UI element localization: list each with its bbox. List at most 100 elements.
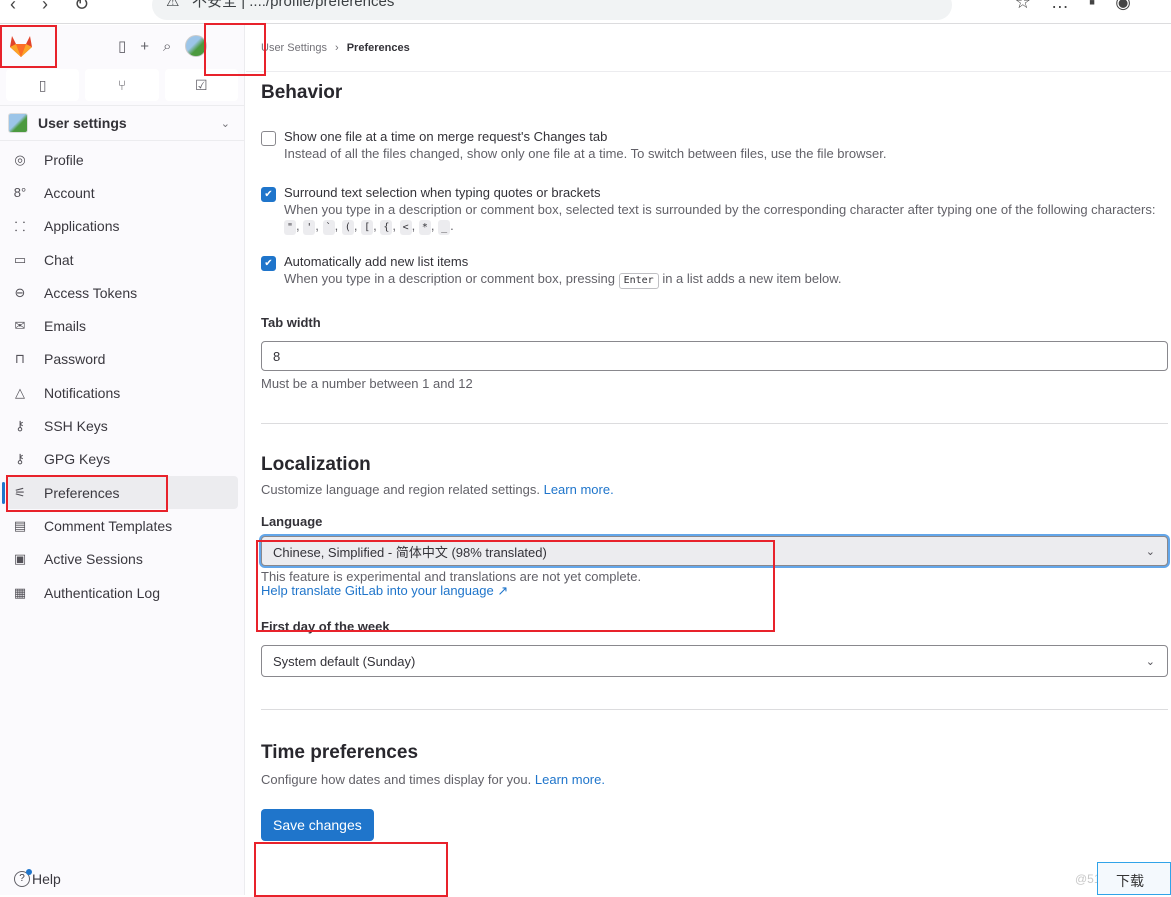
auto-list-label[interactable]: Automatically add new list items: [284, 253, 842, 271]
sidebar-header: ▯ + ⌕: [0, 25, 244, 69]
security-label: 不安全: [192, 0, 238, 10]
sidebar-item-profile[interactable]: ◎ Profile: [6, 143, 238, 176]
localization-heading: Localization: [261, 454, 371, 475]
char-code: `: [322, 220, 335, 235]
issues-icon: ▯: [38, 76, 47, 93]
mail-icon: ✉: [14, 318, 26, 334]
account-icon: 8°: [13, 185, 27, 201]
help-button[interactable]: ? Help: [14, 869, 61, 887]
auto-list-help: When you type in a description or commen…: [284, 271, 842, 289]
sidebar-item-emails[interactable]: ✉ Emails: [6, 309, 238, 342]
one-file-checkbox[interactable]: [261, 131, 276, 146]
first-day-select[interactable]: System default (Sunday) ⌄: [261, 645, 1168, 677]
sidebar-item-preferences[interactable]: ⚟ Preferences: [2, 475, 238, 510]
tab-width-input[interactable]: 8: [261, 341, 1168, 371]
key-icon: ⚷: [15, 418, 25, 434]
char-code: <: [399, 220, 412, 235]
chevron-down-icon: ⌄: [1145, 545, 1155, 558]
sidebar-item-comment-templates[interactable]: ▤ Comment Templates: [6, 509, 238, 542]
sidebar-item-applications[interactable]: ⸬ Applications: [6, 210, 238, 243]
breadcrumb-separator: ›: [335, 42, 339, 54]
sidebar-counters: ▯ ⑂ ☑: [0, 69, 244, 101]
main-content: User Settings › Preferences Behavior Sho…: [246, 25, 1171, 895]
save-changes-button[interactable]: Save changes: [261, 809, 374, 841]
sidebar-item-label: SSH Keys: [44, 418, 108, 435]
breadcrumb-current[interactable]: Preferences: [347, 42, 410, 54]
sidebar-item-ssh-keys[interactable]: ⚷ SSH Keys: [6, 409, 238, 442]
sidebar-item-label: Applications: [44, 218, 120, 235]
surround-label[interactable]: Surround text selection when typing quot…: [284, 184, 1168, 202]
user-avatar[interactable]: [185, 35, 208, 57]
surround-checkbox[interactable]: ✔: [261, 187, 276, 202]
time-preferences-description-text: Configure how dates and times display fo…: [261, 772, 532, 787]
url-text: ...:/profile/preferences: [249, 0, 395, 10]
language-selected-value: Chinese, Simplified - 简体中文 (98% translat…: [273, 544, 547, 560]
gitlab-logo-icon[interactable]: [8, 33, 34, 59]
todos-counter[interactable]: ☑: [164, 69, 238, 101]
sidebar-item-account[interactable]: 8° Account: [6, 176, 238, 209]
localization-description: Customize language and region related se…: [261, 482, 1168, 497]
char-code: ': [303, 220, 316, 235]
one-file-help: Instead of all the files changed, show o…: [284, 146, 887, 161]
bell-icon: △: [15, 384, 25, 400]
section-divider: [261, 709, 1168, 710]
sidebar: ▯ + ⌕ ▯ ⑂ ☑ User settings ⌄ ◎ Profile 8° A…: [0, 25, 245, 895]
address-bar[interactable]: ⚠ 不安全 | ...:/profile/preferences: [152, 0, 952, 20]
first-day-selected-value: System default (Sunday): [273, 653, 416, 669]
sidebar-item-password[interactable]: ⊓ Password: [6, 343, 238, 376]
enter-key: Enter: [618, 273, 659, 289]
auto-list-checkbox[interactable]: ✔: [261, 256, 276, 271]
search-icon[interactable]: ⌕: [163, 38, 171, 55]
one-file-label[interactable]: Show one file at a time on merge request…: [284, 128, 886, 146]
issues-counter[interactable]: ▯: [6, 69, 80, 101]
sidebar-item-label: Access Tokens: [44, 284, 138, 301]
context-title: User settings: [38, 115, 127, 131]
sidebar-item-notifications[interactable]: △ Notifications: [6, 376, 238, 409]
monitor-icon: ▣: [13, 551, 27, 567]
merge-requests-counter[interactable]: ⑂: [85, 69, 159, 101]
char-code: ": [284, 220, 297, 235]
sidebar-item-chat[interactable]: ▭ Chat: [6, 243, 238, 276]
option-one-file: Show one file at a time on merge request…: [261, 128, 1168, 162]
time-preferences-description: Configure how dates and times display fo…: [261, 772, 1168, 787]
sidebar-item-label: Profile: [44, 151, 84, 168]
comment-icon: ▤: [13, 517, 27, 533]
breadcrumb: User Settings › Preferences: [246, 25, 1171, 72]
char-code: {: [380, 220, 393, 235]
translate-link[interactable]: Help translate GitLab into your language: [261, 583, 494, 598]
sidebar-item-label: Chat: [44, 251, 74, 268]
behavior-heading: Behavior: [261, 82, 343, 103]
sidebar-item-gpg-keys[interactable]: ⚷ GPG Keys: [6, 443, 238, 476]
localization-learn-more-link[interactable]: Learn more.: [544, 482, 614, 497]
sidebar-item-active-sessions[interactable]: ▣ Active Sessions: [6, 543, 238, 576]
char-code: (: [341, 220, 354, 235]
browser-nav-buttons[interactable]: ‹›↻: [10, 0, 115, 15]
create-new-icon[interactable]: +: [140, 38, 149, 55]
toggle-sidebar-icon[interactable]: ▯: [118, 37, 126, 55]
sidebar-item-label: Active Sessions: [44, 551, 143, 568]
time-preferences-learn-more-link[interactable]: Learn more.: [535, 772, 605, 787]
sidebar-item-authentication-log[interactable]: ▦ Authentication Log: [6, 576, 238, 609]
chevron-down-icon: ⌄: [220, 117, 230, 130]
download-widget[interactable]: 下载: [1097, 862, 1171, 895]
option-auto-list: ✔ Automatically add new list items When …: [261, 253, 1168, 289]
first-day-label: First day of the week: [261, 619, 390, 634]
language-help: This feature is experimental and transla…: [261, 569, 642, 584]
context-switcher[interactable]: User settings ⌄: [0, 105, 244, 141]
breadcrumb-parent[interactable]: User Settings: [261, 42, 327, 54]
tab-width-label: Tab width: [261, 315, 321, 330]
browser-extension-icons[interactable]: ☆…▪◉: [1015, 0, 1151, 13]
sidebar-item-label: Emails: [44, 318, 87, 335]
sidebar-nav: ◎ Profile 8° Account ⸬ Applications ▭ Chat ⊖…: [0, 141, 244, 611]
todo-icon: ☑: [195, 76, 208, 93]
sidebar-item-label: Preferences: [44, 484, 120, 501]
auto-list-help-after: in a list adds a new item below.: [662, 271, 842, 286]
language-label: Language: [261, 514, 323, 529]
char-code: *: [418, 220, 431, 235]
sidebar-item-access-tokens[interactable]: ⊖ Access Tokens: [6, 276, 238, 309]
sidebar-item-label: Account: [44, 184, 95, 201]
token-icon: ⊖: [14, 284, 26, 300]
merge-request-icon: ⑂: [117, 77, 127, 93]
sidebar-item-label: GPG Keys: [44, 451, 111, 468]
language-select[interactable]: Chinese, Simplified - 简体中文 (98% translat…: [261, 536, 1168, 566]
